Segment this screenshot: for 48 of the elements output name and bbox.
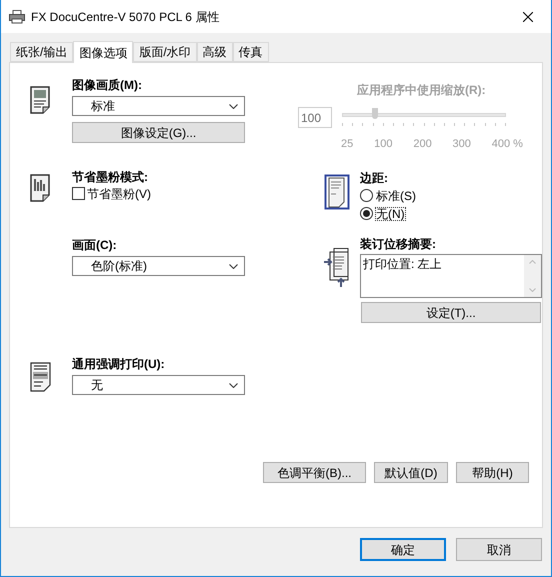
tick-label: 25 bbox=[341, 139, 354, 150]
button[interactable]: 设定(T)... bbox=[361, 302, 541, 323]
text-document-icon bbox=[30, 362, 52, 392]
radio-button[interactable] bbox=[360, 189, 373, 202]
scrollbar[interactable] bbox=[524, 255, 541, 297]
summary-text: 打印位置: 左上 bbox=[362, 256, 443, 273]
dropdown[interactable]: 无 bbox=[72, 375, 245, 395]
dialog-button[interactable]: 取消 bbox=[456, 538, 542, 561]
tab[interactable]: 高级 bbox=[196, 42, 233, 62]
section-label: 画面(C): bbox=[72, 239, 118, 251]
tick-label: 400 % bbox=[492, 139, 523, 150]
section-label: 图像画质(M): bbox=[72, 79, 143, 91]
tab[interactable]: 纸张/输出 bbox=[10, 42, 74, 62]
chevron-down-icon bbox=[229, 264, 238, 268]
tick-label: 100 bbox=[374, 139, 392, 150]
button[interactable]: 色调平衡(B)... bbox=[263, 462, 366, 483]
tab[interactable]: 版面/水印 bbox=[133, 42, 197, 62]
section-label: 应用程序中使用缩放(R): bbox=[357, 83, 486, 97]
chevron-down-icon bbox=[229, 382, 238, 388]
window-title: FX DocuCentre-V 5070 PCL 6 属性 bbox=[31, 8, 220, 26]
section-label: 边距: bbox=[360, 172, 389, 184]
dialog-button[interactable]: 确定 bbox=[360, 538, 446, 561]
chevron-down-icon bbox=[229, 104, 238, 108]
summary-box[interactable]: 打印位置: 左上 bbox=[360, 254, 542, 298]
tick-label: 300 bbox=[452, 139, 471, 150]
photo-document-icon bbox=[29, 85, 53, 115]
button[interactable]: 图像设定(G)... bbox=[72, 122, 245, 143]
section-label: 节省墨粉模式: bbox=[72, 171, 149, 183]
button[interactable]: 默认值(D) bbox=[374, 462, 448, 483]
checkbox[interactable] bbox=[72, 187, 85, 200]
tick-label: 200 bbox=[413, 139, 432, 150]
chevron-up-icon bbox=[529, 260, 536, 264]
document-margin-icon bbox=[324, 174, 350, 210]
close-icon bbox=[523, 12, 533, 22]
printer-icon bbox=[9, 10, 25, 24]
bar-chart-document-icon bbox=[29, 173, 53, 203]
radio-label: 标准(S) bbox=[376, 190, 416, 202]
radio-button[interactable] bbox=[360, 207, 373, 220]
section-label: 装订位移摘要: bbox=[360, 238, 437, 250]
tab[interactable]: 图像选项 bbox=[73, 41, 134, 63]
button[interactable]: 帮助(H) bbox=[456, 462, 529, 483]
chevron-down-icon bbox=[529, 288, 536, 292]
dropdown[interactable]: 色阶(标准) bbox=[72, 256, 245, 276]
section-label: 通用强调打印(U): bbox=[72, 358, 166, 370]
dropdown[interactable]: 标准 bbox=[72, 96, 245, 116]
tab[interactable]: 传真 bbox=[232, 42, 269, 62]
radio-label: 无(N) bbox=[376, 208, 405, 220]
checkbox-label: 节省墨粉(V) bbox=[87, 188, 151, 200]
